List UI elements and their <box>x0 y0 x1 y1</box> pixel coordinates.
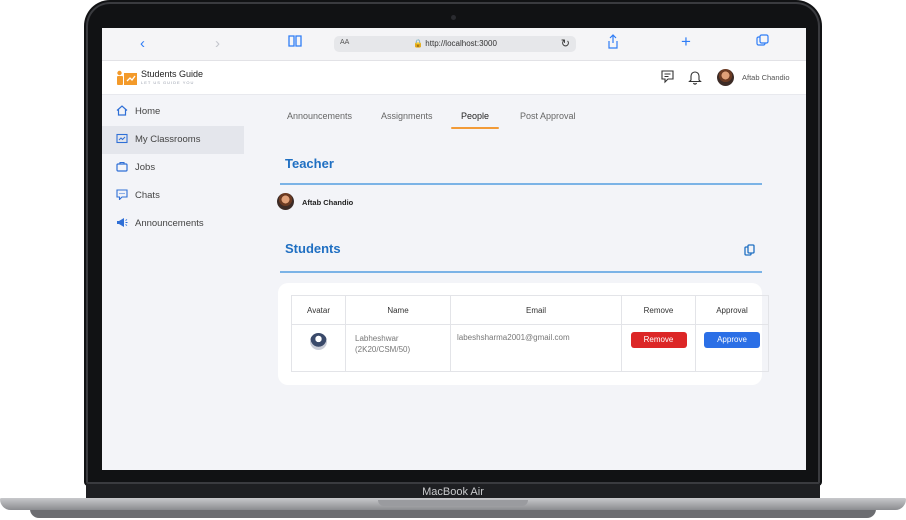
share-icon[interactable] <box>607 34 619 54</box>
students-heading: Students <box>285 241 341 256</box>
sidebar-item-jobs[interactable]: Jobs <box>102 154 244 182</box>
sidebar-item-label: My Classrooms <box>135 134 201 145</box>
avatar[interactable] <box>717 69 734 86</box>
tab-announcements[interactable]: Announcements <box>287 111 352 121</box>
students-table: Avatar Name Email Remove Approval Labhes… <box>291 295 769 372</box>
teacher-heading: Teacher <box>285 156 334 171</box>
bell-icon[interactable] <box>688 69 702 89</box>
column-header-avatar: Avatar <box>291 295 346 325</box>
browser-toolbar: ‹ › AA 🔒 http://localhost:3000 ↻ + <box>102 28 806 61</box>
tab-assignments[interactable]: Assignments <box>381 111 433 121</box>
tab-people[interactable]: People <box>461 111 489 121</box>
active-tab-indicator <box>451 127 499 129</box>
column-header-name: Name <box>345 295 451 325</box>
table-row: Labheshwar (2K20/CSM/50) labeshsharma200… <box>291 324 769 372</box>
tab-post-approval[interactable]: Post Approval <box>520 111 576 121</box>
logo-icon <box>116 70 137 86</box>
back-icon[interactable]: ‹ <box>140 35 145 53</box>
app-title[interactable]: Students Guide <box>141 69 203 79</box>
laptop-notch <box>378 500 528 506</box>
sidebar-item-chats[interactable]: Chats <box>102 182 244 210</box>
column-header-approval: Approval <box>695 295 769 325</box>
sidebar-item-my-classrooms[interactable]: My Classrooms <box>102 126 244 154</box>
column-header-remove: Remove <box>621 295 696 325</box>
device-label: MacBook Air <box>422 486 484 498</box>
sidebar: Home My Classrooms Jobs Chats Announceme… <box>102 95 244 470</box>
classroom-icon <box>116 133 128 147</box>
feedback-icon[interactable] <box>660 69 675 88</box>
avatar <box>310 333 327 350</box>
chat-icon <box>116 189 128 203</box>
screen: ‹ › AA 🔒 http://localhost:3000 ↻ + Stude… <box>102 28 806 470</box>
teacher-name: Aftab Chandio <box>302 198 354 207</box>
sidebar-item-announcements[interactable]: Announcements <box>102 210 244 238</box>
copy-icon[interactable] <box>744 244 755 259</box>
sidebar-item-label: Chats <box>135 190 160 201</box>
remove-button[interactable]: Remove <box>630 332 687 348</box>
avatar-cell <box>291 324 346 372</box>
students-divider <box>280 271 762 273</box>
name-cell: Labheshwar (2K20/CSM/50) <box>345 324 451 372</box>
app-header: Students Guide LET US GUIDE YOU Aftab Ch… <box>102 61 806 95</box>
student-name: Labheshwar <box>355 334 399 343</box>
sidebar-item-home[interactable]: Home <box>102 98 244 126</box>
user-name[interactable]: Aftab Chandio <box>742 73 790 82</box>
avatar <box>277 193 294 210</box>
sidebar-item-label: Home <box>135 106 161 117</box>
email-cell: labeshsharma2001@gmail.com <box>450 324 622 372</box>
laptop-base-shadow <box>30 509 876 518</box>
megaphone-icon <box>116 217 128 231</box>
book-icon[interactable] <box>288 34 302 53</box>
url-value: http://localhost:3000 <box>425 39 497 48</box>
table-header-row: Avatar Name Email Remove Approval <box>291 295 769 325</box>
column-header-email: Email <box>450 295 622 325</box>
remove-cell: Remove <box>621 324 696 372</box>
approval-cell: Approve <box>695 324 769 372</box>
address-bar[interactable]: AA 🔒 http://localhost:3000 ↻ <box>334 36 576 52</box>
sidebar-item-label: Announcements <box>135 218 204 229</box>
url-text: 🔒 http://localhost:3000 <box>334 39 576 48</box>
plus-icon[interactable]: + <box>681 33 691 51</box>
sidebar-item-label: Jobs <box>135 162 156 173</box>
approve-button[interactable]: Approve <box>704 332 760 348</box>
student-roll: (2K20/CSM/50) <box>355 345 411 354</box>
forward-icon[interactable]: › <box>215 35 220 53</box>
teacher-divider <box>280 183 762 185</box>
briefcase-icon <box>116 161 128 175</box>
lock-icon: 🔒 <box>413 39 424 48</box>
home-icon <box>116 105 128 119</box>
app-tagline: LET US GUIDE YOU <box>141 80 195 85</box>
tabs-icon[interactable] <box>756 34 769 52</box>
reload-icon[interactable]: ↻ <box>561 37 570 50</box>
camera-icon <box>451 15 456 20</box>
